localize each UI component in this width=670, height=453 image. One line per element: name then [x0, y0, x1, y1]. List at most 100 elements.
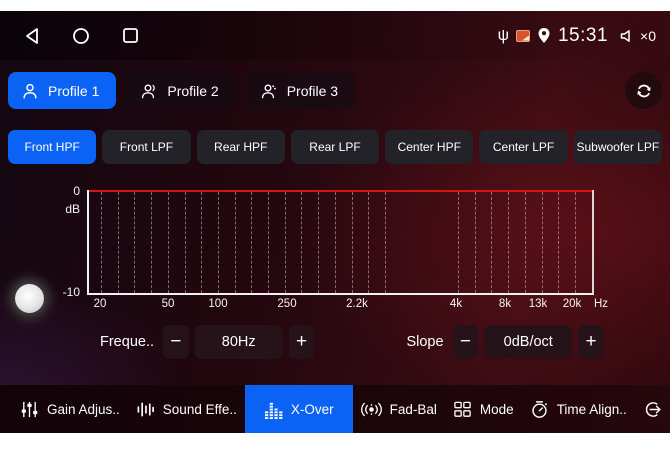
toolbar-label: Gain Adjus.. [47, 402, 120, 417]
frequency-minus-button[interactable]: − [163, 325, 189, 359]
slope-minus-button[interactable]: − [453, 325, 479, 359]
recents-square-icon[interactable] [120, 26, 140, 46]
person-icon [140, 82, 158, 100]
toolbar-mode[interactable]: Mode [445, 385, 522, 433]
y-axis-top-label: 0 [58, 184, 80, 198]
grid-line [318, 192, 319, 293]
grid-line [285, 192, 286, 293]
grid-line [168, 192, 169, 293]
toolbar-sound-effect[interactable]: Sound Effe.. [128, 385, 245, 433]
grid-line [118, 192, 119, 293]
grid-line [268, 192, 269, 293]
grid-line [385, 192, 386, 293]
tab-center-lpf[interactable]: Center LPF [479, 130, 567, 164]
usb-icon: ψ [498, 28, 509, 44]
toolbar-fad-bal[interactable]: Fad-Bal [353, 385, 445, 433]
back-icon[interactable] [22, 26, 42, 46]
tab-rear-lpf[interactable]: Rear LPF [291, 130, 379, 164]
toolbar-label: Mode [480, 402, 514, 417]
speaker-mute-icon [619, 28, 635, 44]
toolbar-label: Fad-Bal [390, 402, 437, 417]
home-circle-icon[interactable] [71, 26, 91, 46]
frequency-label: Freque.. [100, 334, 154, 350]
x-tick: Hz [594, 298, 608, 310]
fader-balance-icon [361, 400, 382, 419]
grid-line [235, 192, 236, 293]
tab-rear-hpf[interactable]: Rear HPF [197, 130, 285, 164]
grid-line [508, 192, 509, 293]
grid-line [475, 192, 476, 293]
profile-1-button[interactable]: Profile 1 [8, 72, 116, 109]
toolbar-label: Time Align.. [557, 402, 627, 417]
grid-line [218, 192, 219, 293]
clock: 15:31 [558, 25, 608, 47]
grid-line [352, 192, 353, 293]
screenshot-mini-icon [516, 30, 530, 42]
toolbar-time-align[interactable]: Time Align.. [522, 385, 635, 433]
slope-plus-button[interactable]: + [578, 325, 604, 359]
profile-label: Profile 2 [167, 83, 218, 99]
toolbar-label: Sound Effe.. [163, 402, 237, 417]
grid-line [575, 192, 576, 293]
crossover-filter-tabs: Front HPF Front LPF Rear HPF Rear LPF Ce… [8, 130, 662, 164]
toolbar-return[interactable]: Return [635, 385, 670, 433]
sound-effect-eq-icon [136, 400, 155, 419]
profile-label: Profile 3 [287, 83, 338, 99]
x-tick: 8k [499, 298, 511, 310]
crossover-controls: Freque.. − 80Hz + Slope − 0dB/oct + [100, 325, 610, 359]
response-curve [89, 190, 592, 192]
profile-row: Profile 1 Profile 2 Profile 3 [8, 72, 662, 109]
tab-subwoofer-lpf[interactable]: Subwoofer LPF [574, 130, 662, 164]
x-tick: 250 [277, 298, 296, 310]
status-icons: ψ 15:31 ×0 [498, 25, 670, 47]
x-tick: 20 [94, 298, 107, 310]
y-axis-unit-label: dB [54, 202, 80, 216]
y-axis-bottom-label: -10 [50, 285, 80, 299]
slope-value: 0dB/oct [484, 325, 572, 359]
grid-line [134, 192, 135, 293]
x-tick: 2.2k [346, 298, 368, 310]
xover-equalizer-icon [264, 400, 283, 419]
bottom-toolbar: Gain Adjus.. Sound Effe.. [0, 385, 670, 433]
mode-grid-icon [453, 400, 472, 419]
person-icon [21, 82, 39, 100]
refresh-sync-icon[interactable] [625, 72, 662, 109]
grid-line [101, 192, 102, 293]
grid-line [368, 192, 369, 293]
tab-center-hpf[interactable]: Center HPF [385, 130, 473, 164]
grid-line [558, 192, 559, 293]
toolbar-gain-adjust[interactable]: Gain Adjus.. [12, 385, 128, 433]
location-pin-icon [537, 27, 551, 44]
x-tick: 4k [450, 298, 462, 310]
person-icon [260, 82, 278, 100]
profile-3-button[interactable]: Profile 3 [247, 72, 355, 109]
android-nav-buttons [0, 26, 140, 46]
status-bar: ψ 15:31 ×0 [0, 11, 670, 60]
toolbar-label: X-Over [291, 402, 334, 417]
toolbar-xover[interactable]: X-Over [245, 385, 353, 433]
adjustment-knob[interactable] [8, 277, 50, 319]
gain-sliders-icon [20, 400, 39, 419]
grid-line [491, 192, 492, 293]
x-tick: 50 [162, 298, 175, 310]
grid-line [542, 192, 543, 293]
grid-line [525, 192, 526, 293]
knob-dial[interactable] [15, 284, 44, 313]
profile-2-button[interactable]: Profile 2 [127, 72, 235, 109]
tab-front-hpf[interactable]: Front HPF [8, 130, 96, 164]
profile-label: Profile 1 [48, 83, 99, 99]
grid-line [301, 192, 302, 293]
frequency-plus-button[interactable]: + [289, 325, 315, 359]
crossover-response-plot [87, 190, 594, 295]
x-tick: 100 [208, 298, 227, 310]
tab-front-lpf[interactable]: Front LPF [102, 130, 190, 164]
time-align-clock-icon [530, 400, 549, 419]
x-tick-labels: 20501002502.2k4k8k13k20kHz [87, 298, 627, 314]
grid-line [335, 192, 336, 293]
frequency-value: 80Hz [195, 325, 283, 359]
return-arrow-icon [643, 400, 663, 419]
grid-line [458, 192, 459, 293]
grid-line [151, 192, 152, 293]
x-tick: 13k [529, 298, 548, 310]
grid-line [251, 192, 252, 293]
